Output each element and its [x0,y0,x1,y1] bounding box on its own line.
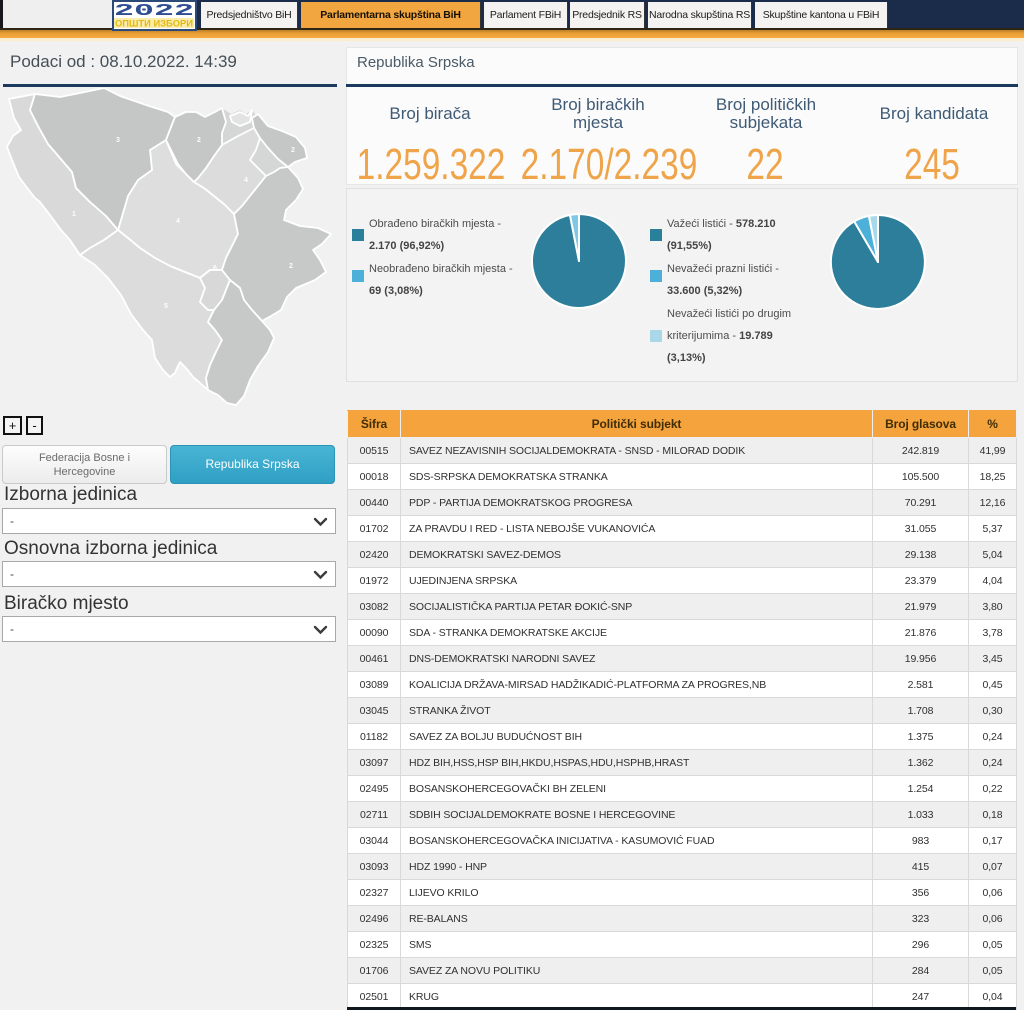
svg-text:2: 2 [289,263,293,270]
svg-text:4: 4 [244,177,248,184]
svg-text:6: 6 [213,265,217,272]
svg-text:2: 2 [291,147,295,154]
svg-text:4: 4 [176,218,180,225]
svg-text:5: 5 [164,303,168,310]
svg-text:3: 3 [116,137,120,144]
svg-text:ОПШТИ ИЗБОРИ: ОПШТИ ИЗБОРИ [115,19,193,30]
svg-text:1: 1 [72,211,76,218]
svg-text:2: 2 [197,137,201,144]
